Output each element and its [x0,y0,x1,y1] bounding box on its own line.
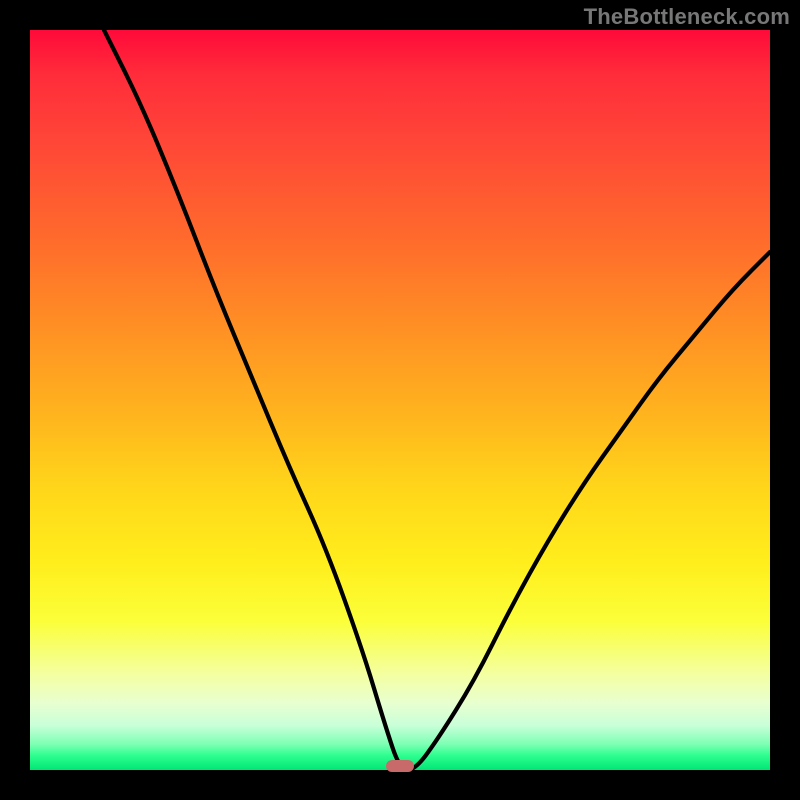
chart-frame: TheBottleneck.com [0,0,800,800]
watermark-text: TheBottleneck.com [584,4,790,30]
bottleneck-curve [104,30,770,770]
minimum-marker [386,760,414,772]
plot-area [30,30,770,770]
curve-layer [30,30,770,770]
